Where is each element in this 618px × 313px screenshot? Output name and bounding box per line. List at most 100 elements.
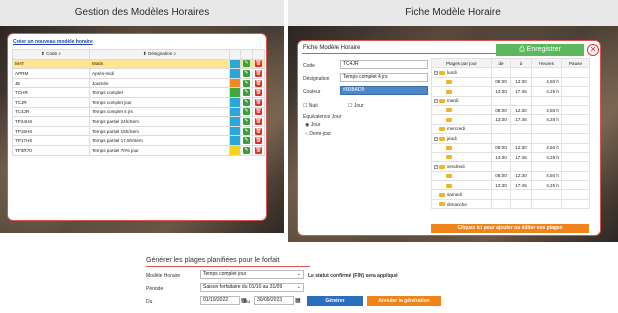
pause-cell xyxy=(561,76,590,88)
edit-cell: ✎ xyxy=(240,77,253,89)
day-row[interactable]: − mardi xyxy=(431,95,590,106)
table-row[interactable]: APRM Après-midi ✎ 🗑 xyxy=(12,68,265,79)
table-row[interactable]: TP15HS Temps partiel 15h/Sem ✎ 🗑 xyxy=(12,125,265,137)
time-slot-row[interactable]: 08:00 12:30 4,50 h xyxy=(431,170,590,182)
color-swatch xyxy=(229,116,241,127)
left-panel-title: Gestion des Modèles Horaires xyxy=(0,0,284,26)
delete-icon[interactable]: 🗑 xyxy=(255,89,262,97)
sort-icon[interactable]: ⬍ xyxy=(143,51,147,56)
day-row[interactable]: − vendredi xyxy=(431,161,590,172)
table-row[interactable]: TC4JR Temps complet 4 jrs ✎ 🗑 xyxy=(12,106,265,118)
search-icon[interactable]: ⌕ xyxy=(174,51,177,56)
delete-icon[interactable]: 🗑 xyxy=(255,108,262,116)
time-slot-row[interactable]: 08:00 12:30 4,50 h xyxy=(431,76,590,88)
delete-icon[interactable]: 🗑 xyxy=(255,60,262,68)
designation-field[interactable]: Temps complet 4 jrs xyxy=(340,73,428,82)
table-row[interactable]: JE Journée ✎ 🗑 xyxy=(12,77,265,89)
day-row[interactable]: − lundi xyxy=(431,67,590,78)
delete-icon[interactable]: 🗑 xyxy=(255,69,262,77)
collapse-icon[interactable]: − xyxy=(434,70,438,75)
edit-icon[interactable]: ✎ xyxy=(243,127,250,135)
table-row[interactable]: TCJR Temps complet jour ✎ 🗑 xyxy=(12,96,265,108)
edit-cell: ✎ xyxy=(240,116,253,127)
eq-demi-radio[interactable]: ○ Demi-jour xyxy=(305,131,331,137)
sort-icon[interactable]: ⬍ xyxy=(41,51,45,56)
pause-cell xyxy=(561,114,590,125)
day-row[interactable]: dimanche xyxy=(431,198,590,210)
day-cell: dimanche xyxy=(431,198,492,210)
collapse-icon[interactable]: − xyxy=(434,136,438,141)
collapse-icon[interactable]: − xyxy=(434,164,438,169)
search-icon[interactable]: ⌕ xyxy=(58,51,61,56)
table-row[interactable]: TCHR Temps complet ✎ 🗑 xyxy=(12,87,265,98)
cancel-generation-button[interactable]: Annuler la génération xyxy=(367,296,441,306)
nuit-label: Nuit xyxy=(308,103,318,109)
eq-jour-radio[interactable]: ◉ Jour xyxy=(305,122,321,128)
edit-icon[interactable]: ✎ xyxy=(243,60,250,68)
table-row[interactable]: MAT Matin ✎ 🗑 xyxy=(12,58,265,70)
day-row[interactable]: − jeudi xyxy=(431,133,590,144)
designation-cell: Temps partiel 15h/Sem xyxy=(89,125,230,137)
color-field[interactable]: #00BAD9 xyxy=(340,86,428,95)
delete-icon[interactable]: 🗑 xyxy=(255,127,262,135)
model-select[interactable]: Temps complet jour ⌄ xyxy=(200,270,304,279)
delete-icon[interactable]: 🗑 xyxy=(255,146,262,154)
slot-cell xyxy=(431,114,492,125)
code-column-header[interactable]: ⬍ Code ⌕ xyxy=(12,49,90,60)
edit-icon[interactable]: ✎ xyxy=(243,79,250,87)
collapse-icon[interactable]: − xyxy=(434,99,438,104)
delete-icon[interactable]: 🗑 xyxy=(255,98,262,106)
time-slot-row[interactable]: 13:30 17:45 4,25 h xyxy=(431,86,590,97)
code-cell: MAT xyxy=(12,58,90,70)
designation-cell: Temps complet 4 jrs xyxy=(89,106,230,118)
time-slot-row[interactable]: 13:30 17:45 4,25 h xyxy=(431,151,590,163)
time-slot-row[interactable]: 13:30 17:45 4,25 h xyxy=(431,180,590,191)
time-slot-row[interactable]: 08:00 12:30 4,50 h xyxy=(431,142,590,153)
edit-icon[interactable]: ✎ xyxy=(243,89,250,97)
color-label: Couleur xyxy=(303,89,321,95)
designation-column-header[interactable]: ⬍ Désignation ⌕ xyxy=(89,49,230,60)
edit-icon[interactable]: ✎ xyxy=(243,137,250,145)
code-cell: TCHR xyxy=(12,87,90,98)
create-model-link[interactable]: Créer un nouveau modèle horaire xyxy=(13,39,93,45)
edit-icon[interactable]: ✎ xyxy=(243,98,250,106)
code-cell: JE xyxy=(12,77,90,89)
time-slot-row[interactable]: 13:30 17:45 4,25 h xyxy=(431,114,590,125)
slot-cell xyxy=(431,104,492,116)
table-row[interactable]: TP3R70 Temps partiel 70% jour ✎ 🗑 xyxy=(12,144,265,156)
status-note: Le statut confirmé (FIN) sera appliqué xyxy=(308,273,398,279)
period-select[interactable]: Saison forfaitaire du 01/10 au 31/09 ⌄ xyxy=(200,283,304,292)
edit-icon[interactable]: ✎ xyxy=(243,146,250,154)
delete-icon[interactable]: 🗑 xyxy=(255,79,262,87)
designation-cell: Temps complet xyxy=(89,87,230,98)
edit-icon[interactable]: ✎ xyxy=(243,108,250,116)
to-label: Au xyxy=(244,299,251,305)
delete-icon[interactable]: 🗑 xyxy=(255,117,262,125)
close-icon[interactable]: ✕ xyxy=(587,44,599,56)
table-row[interactable]: TP24HS Temps partiel 24h/Sem ✎ 🗑 xyxy=(12,116,265,127)
folder-icon xyxy=(446,145,452,150)
day-row[interactable]: samedi xyxy=(431,189,590,200)
hours-cell xyxy=(531,189,562,200)
edit-ranges-button[interactable]: Cliquez ici pour ajouter ou éditer vos p… xyxy=(431,224,589,233)
nuit-checkbox[interactable]: ☐ Nuit xyxy=(303,103,318,109)
day-row[interactable]: mercredi xyxy=(431,123,590,135)
table-row[interactable]: TP17HS Temps partiel 17,5h/Sem ✎ 🗑 xyxy=(12,135,265,146)
jour-checkbox[interactable]: ☐ Jour xyxy=(348,103,364,109)
eq-demi-label: Demi-jour xyxy=(309,131,332,137)
pause-header: Pause xyxy=(561,57,590,69)
calendar-icon[interactable]: ▦ xyxy=(295,297,301,304)
delete-icon[interactable]: 🗑 xyxy=(255,137,262,145)
folder-icon xyxy=(446,183,452,188)
generate-button[interactable]: Générer xyxy=(307,296,363,306)
from-date-field[interactable]: 01/10/2022 xyxy=(200,296,240,305)
day-label: samedi xyxy=(447,192,462,198)
day-cell: − jeudi xyxy=(431,133,492,144)
edit-icon[interactable]: ✎ xyxy=(243,117,250,125)
code-field[interactable]: TC4JR xyxy=(340,60,428,69)
to-date-field[interactable]: 30/09/2023 xyxy=(254,296,294,305)
save-button[interactable]: ⎙ Enregistrer xyxy=(496,44,584,56)
edit-icon[interactable]: ✎ xyxy=(243,69,250,77)
edit-cell: ✎ xyxy=(240,106,253,118)
time-slot-row[interactable]: 08:00 12:30 4,50 h xyxy=(431,104,590,116)
